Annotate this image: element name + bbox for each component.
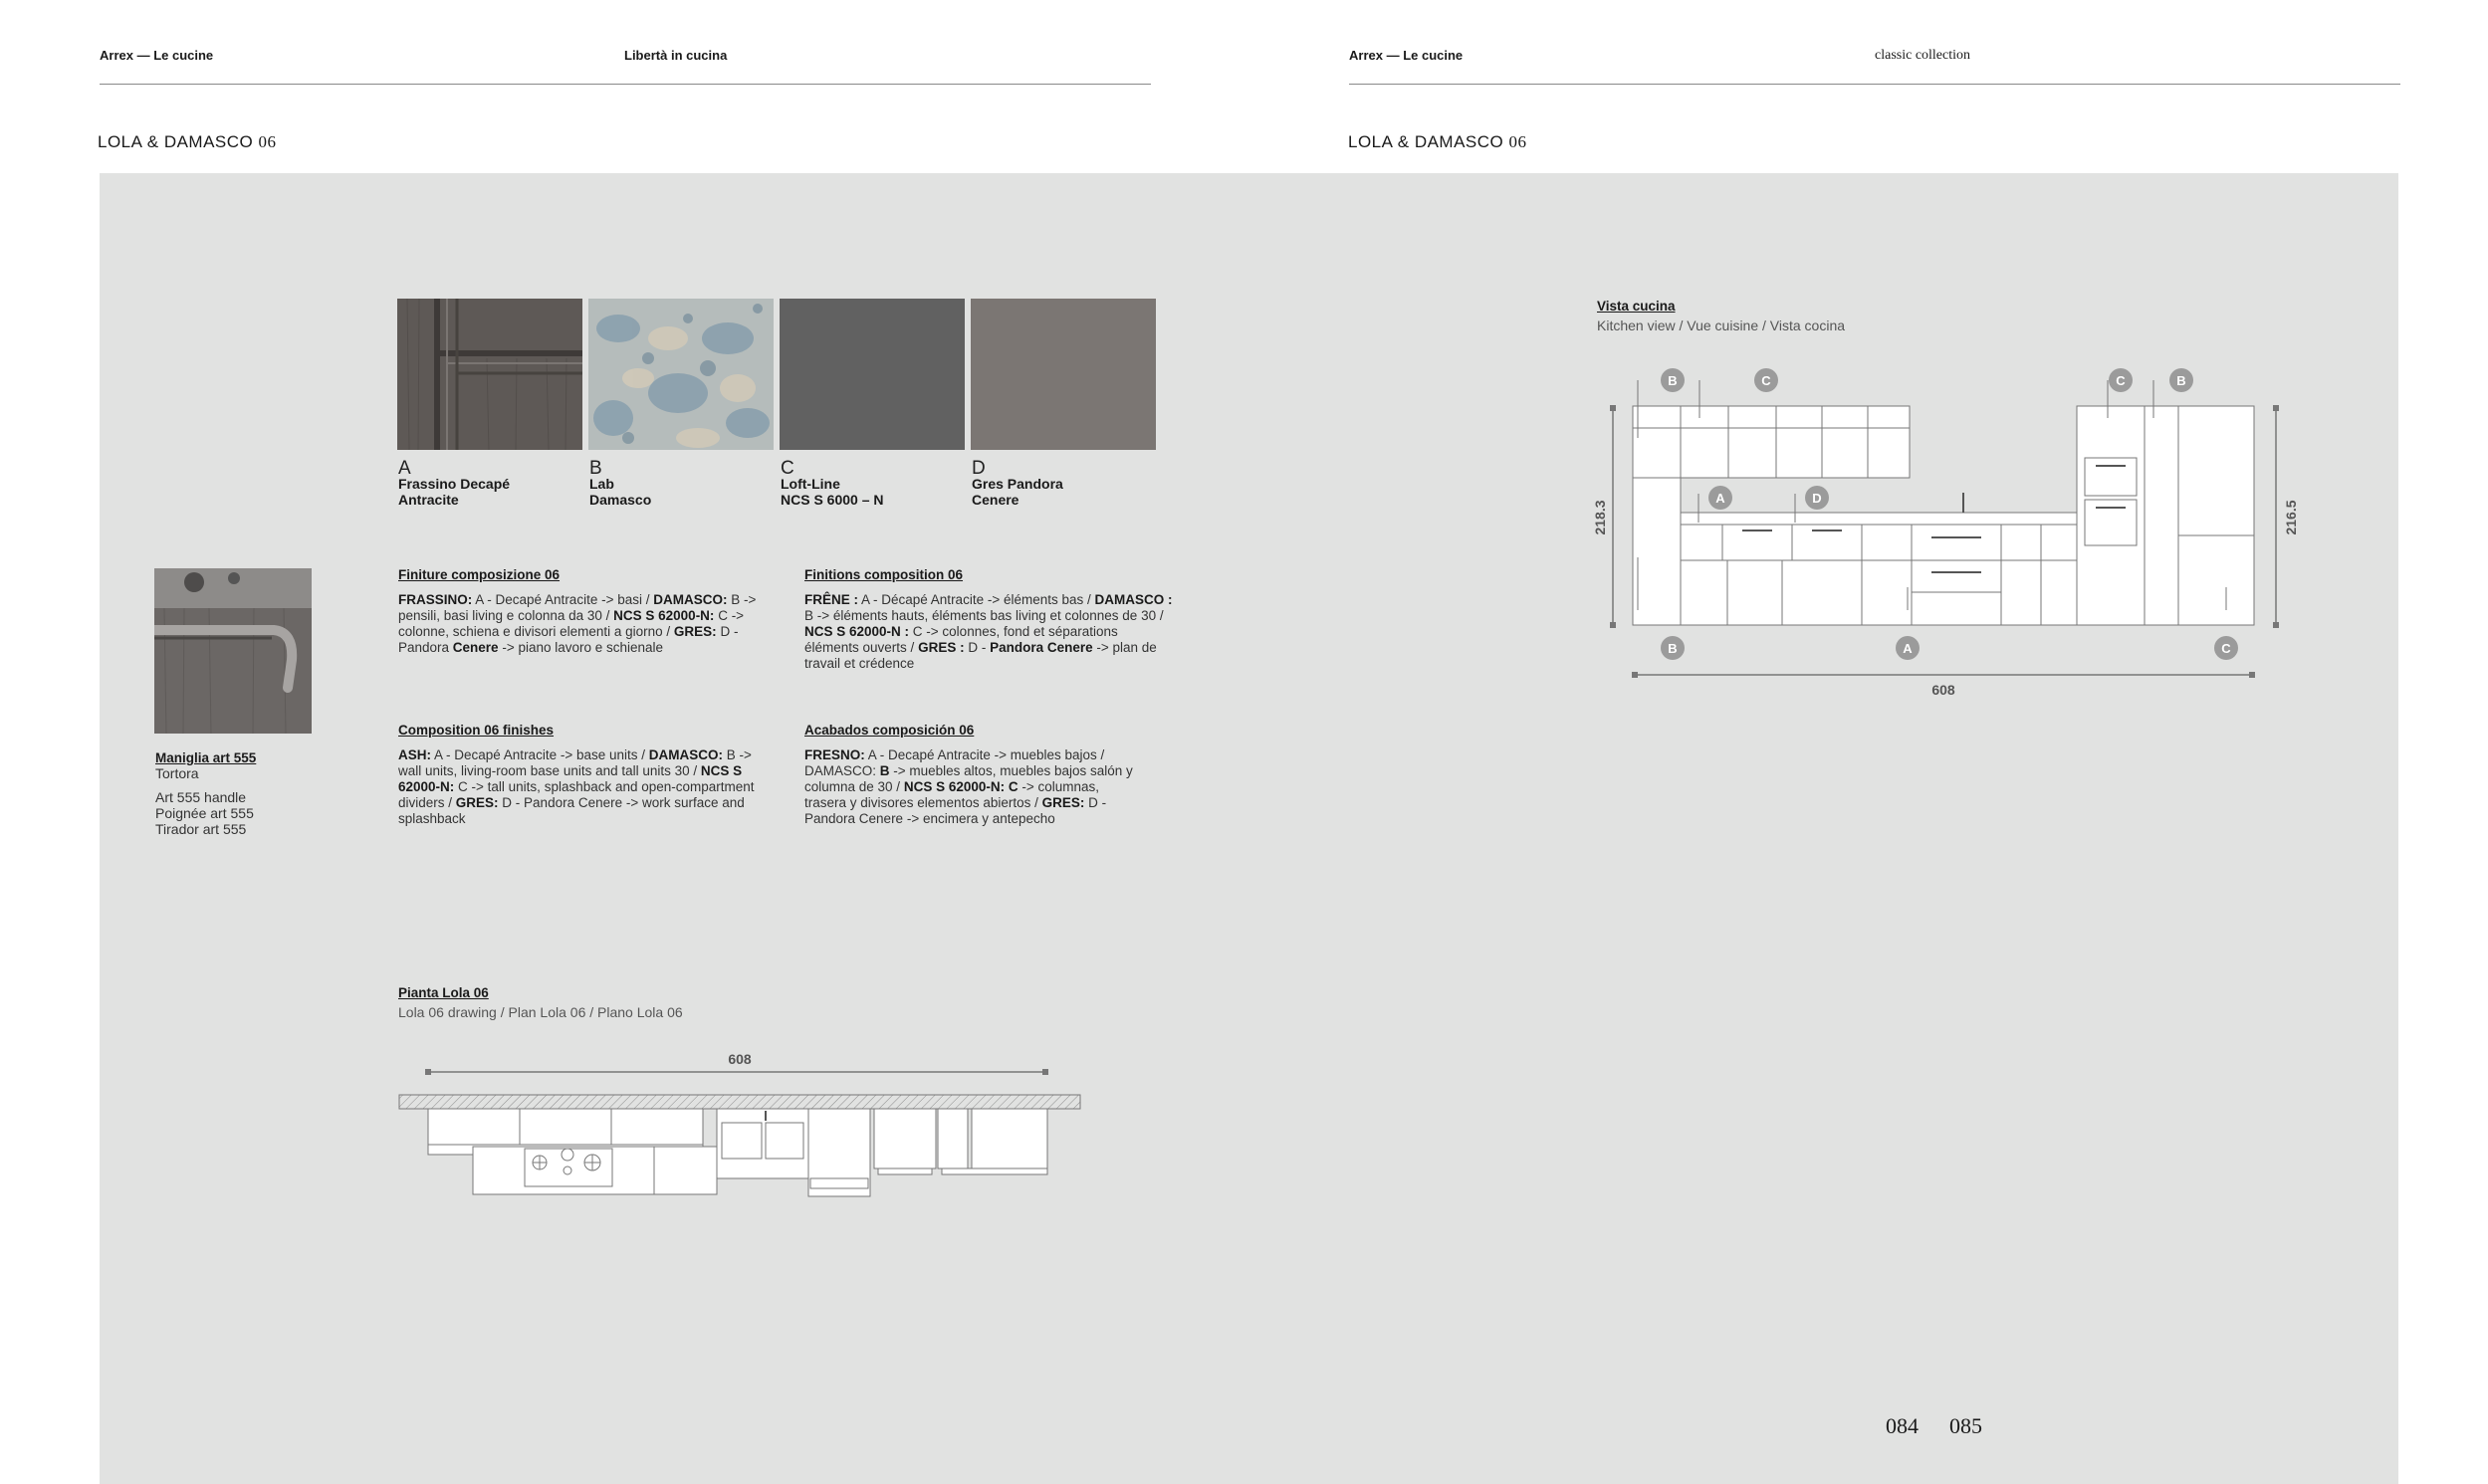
marker-mid-d: D: [1805, 486, 1829, 510]
plan-wall: [398, 1094, 1081, 1110]
svg-text:C: C: [2116, 373, 2126, 388]
handle-es: Tirador art 555: [155, 821, 247, 837]
finishes-fr-title: Finitions composition 06: [804, 567, 964, 582]
swatch-d-name: Gres Pandora Cenere: [972, 476, 1063, 508]
marker-top-c-2: C: [2109, 368, 2133, 392]
left-header-brand: Arrex — Le cucine: [100, 48, 214, 63]
swatch-d-image: [971, 299, 1156, 450]
marker-bottom-b: B: [1661, 636, 1685, 660]
right-header-rule: [1349, 84, 2400, 85]
swatch-b-image: [588, 299, 774, 450]
handle-title: Maniglia art 555: [155, 750, 257, 765]
marker-mid-a: A: [1708, 486, 1732, 510]
finishes-it-text: FRASSINO: A - Decapé Antracite -> basi /…: [398, 592, 757, 655]
finishes-it-block: Finiture composizione 06 FRASSINO: A - D…: [398, 567, 757, 656]
left-section-title: LOLA & DAMASCO 06: [98, 132, 277, 151]
right-section-title: LOLA & DAMASCO 06: [1348, 132, 1527, 151]
left-header-center: Libertà in cucina: [624, 48, 728, 63]
svg-text:D: D: [1812, 491, 1821, 506]
finishes-it-title: Finiture composizione 06: [398, 567, 561, 582]
marker-bottom-c: C: [2214, 636, 2238, 660]
right-header-brand: Arrex — Le cucine: [1349, 48, 1464, 63]
marker-top-b-2: B: [2169, 368, 2193, 392]
elevation-dim-right-label: 216.5: [2283, 500, 2299, 534]
view-caption: Vista cucina Kitchen view / Vue cuisine …: [1597, 299, 1845, 333]
handle-en: Art 555 handle: [155, 789, 247, 805]
elevation-dim-left-label: 218.3: [1592, 500, 1608, 534]
plan-cabinets: [427, 1108, 1048, 1197]
swatch-a-name: Frassino Decapé Antracite: [398, 476, 511, 508]
finishes-en-text: ASH: A - Decapé Antracite -> base units …: [398, 747, 755, 826]
elevation-dim-bottom-label: 608: [1931, 682, 1955, 698]
svg-text:A: A: [1715, 491, 1725, 506]
svg-text:A: A: [1903, 641, 1913, 656]
view-sub: Kitchen view / Vue cuisine / Vista cocin…: [1597, 318, 1846, 333]
handle-photo: [149, 568, 312, 735]
left-header-rule: [100, 84, 1151, 85]
elevation-drawing: 218.3 216.5 608 B C C B A D B A C: [1592, 368, 2299, 698]
marker-top-b-1: B: [1661, 368, 1685, 392]
finishes-en-block: Composition 06 finishes ASH: A - Decapé …: [398, 723, 767, 827]
plan-sub: Lola 06 drawing / Plan Lola 06 / Plano L…: [398, 1004, 683, 1020]
view-title: Vista cucina: [1597, 299, 1676, 314]
plan-drawing: 608: [398, 1051, 1081, 1197]
finishes-es-block: Acabados composición 06 FRESNO: A - Deca…: [804, 723, 1133, 827]
right-header-center: classic collection: [1875, 48, 1971, 63]
marker-bottom-a: A: [1896, 636, 1920, 660]
finishes-fr-text: FRÊNE : A - Décapé Antracite -> éléments…: [804, 592, 1173, 671]
plan-caption: Pianta Lola 06 Lola 06 drawing / Plan Lo…: [398, 985, 683, 1020]
svg-text:C: C: [1761, 373, 1771, 388]
svg-text:B: B: [2176, 373, 2185, 388]
marker-top-c-1: C: [1754, 368, 1778, 392]
page-number-right: 085: [1949, 1413, 1982, 1438]
svg-text:B: B: [1668, 641, 1677, 656]
finishes-en-title: Composition 06 finishes: [398, 723, 555, 738]
swatch-a-image: [397, 298, 582, 451]
swatch-c-image: [780, 299, 965, 450]
svg-text:B: B: [1668, 373, 1677, 388]
plan-title: Pianta Lola 06: [398, 985, 489, 1000]
plan-dimension-label: 608: [728, 1051, 752, 1067]
handle-caption: Maniglia art 555 Tortora Art 555 handle …: [155, 750, 354, 837]
handle-fr: Poignée art 555: [155, 805, 254, 821]
handle-sub: Tortora: [155, 765, 199, 781]
finishes-es-text: FRESNO: A - Decapé Antracite -> muebles …: [804, 747, 1133, 826]
page-number-left: 084: [1886, 1413, 1919, 1438]
swatch-b-name: Lab Damasco: [589, 476, 652, 508]
finishes-es-title: Acabados composición 06: [804, 723, 975, 738]
finishes-fr-block: Finitions composition 06 FRÊNE : A - Déc…: [804, 567, 1173, 672]
elevation-cabinets: [1632, 405, 2255, 626]
svg-text:C: C: [2221, 641, 2231, 656]
swatch-c-name: Loft-Line NCS S 6000 – N: [781, 476, 884, 508]
